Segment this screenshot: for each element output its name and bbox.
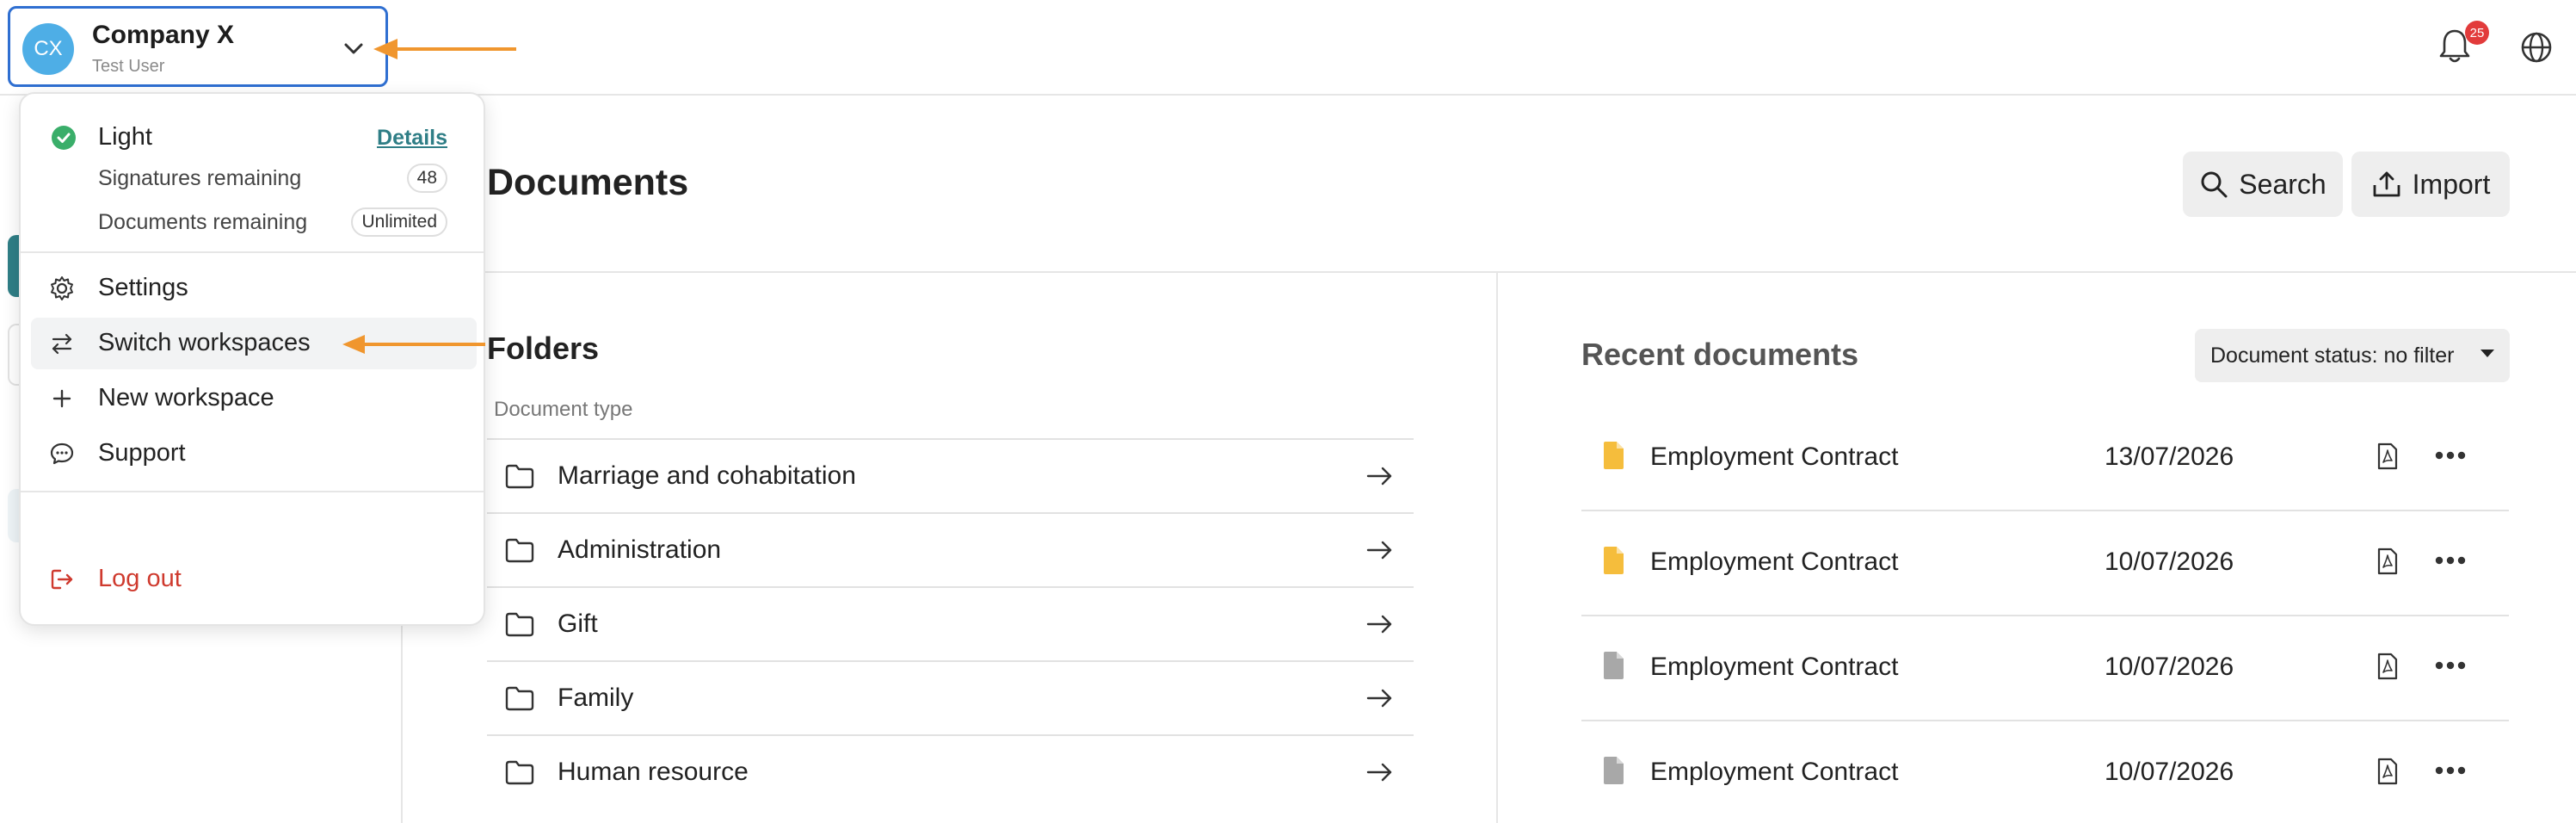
plan-row: Light Details: [21, 111, 484, 163]
menu-item-label: New workspace: [98, 384, 274, 412]
quota-value: 48: [406, 164, 447, 193]
arrow-right-icon: [1366, 615, 1392, 634]
recent-documents-title: Recent documents: [1581, 337, 1859, 372]
upload-tray-icon: [2373, 171, 2400, 197]
folder-row[interactable]: Human resource: [487, 734, 1414, 808]
folder-icon: [505, 760, 534, 785]
header-divider: [404, 271, 2576, 273]
folder-label: Gift: [558, 610, 598, 638]
import-button[interactable]: Import: [2351, 152, 2510, 217]
annotation-arrow: [342, 335, 485, 354]
menu-divider: [21, 251, 484, 253]
status-filter-dropdown[interactable]: Document status: no filter: [2195, 329, 2510, 382]
document-row[interactable]: Employment Contract 10/07/2026: [1581, 721, 2509, 823]
document-date: 13/07/2026: [2105, 442, 2234, 471]
menu-item-settings[interactable]: Settings: [31, 263, 477, 314]
quota-value: Unlimited: [351, 207, 447, 237]
top-bar: CX Company X Test User 25: [0, 0, 2576, 96]
document-icon: [1604, 652, 1624, 679]
document-row[interactable]: Employment Contract 10/07/2026: [1581, 511, 2509, 616]
menu-item-label: Support: [98, 439, 186, 467]
more-options-icon[interactable]: [2433, 759, 2468, 782]
more-options-icon[interactable]: [2433, 549, 2468, 572]
pdf-icon[interactable]: [2376, 653, 2399, 680]
logout-icon: [51, 569, 73, 590]
pdf-icon[interactable]: [2376, 548, 2399, 575]
folder-label: Administration: [558, 535, 722, 564]
folder-row[interactable]: Marriage and cohabitation: [487, 438, 1414, 512]
arrow-right-icon: [1366, 467, 1392, 486]
document-row[interactable]: Employment Contract 10/07/2026: [1581, 616, 2509, 721]
document-date: 10/07/2026: [2105, 758, 2234, 786]
plan-name: Light: [98, 123, 152, 151]
folder-row[interactable]: Administration: [487, 512, 1414, 586]
caret-down-icon: [2480, 350, 2494, 357]
document-date: 10/07/2026: [2105, 653, 2234, 681]
import-button-label: Import: [2412, 168, 2491, 200]
avatar: CX: [22, 23, 74, 75]
chat-bubble-icon: [50, 442, 74, 465]
menu-item-new-workspace[interactable]: New workspace: [31, 373, 477, 424]
folder-icon: [505, 464, 534, 489]
workspace-name: Company X: [92, 21, 235, 49]
menu-item-logout[interactable]: Log out: [31, 554, 477, 605]
workspace-menu: Light Details Signatures remaining 48 Do…: [19, 92, 485, 626]
folders-subtitle: Document type: [494, 398, 633, 421]
workspace-user: Test User: [92, 57, 165, 76]
menu-item-label: Switch workspaces: [98, 329, 311, 356]
document-name: Employment Contract: [1650, 758, 1899, 786]
arrow-right-icon: [1366, 689, 1392, 708]
search-button-label: Search: [2239, 168, 2326, 200]
search-icon: [2201, 171, 2228, 198]
document-name: Employment Contract: [1650, 548, 1899, 576]
chevron-down-icon[interactable]: [339, 34, 368, 64]
folder-row[interactable]: Gift: [487, 586, 1414, 660]
quota-label: Documents remaining: [98, 210, 308, 234]
notification-badge: 25: [2465, 21, 2489, 45]
plan-details-link[interactable]: Details: [377, 126, 447, 151]
document-icon: [1604, 547, 1624, 574]
annotation-arrow: [373, 39, 516, 59]
switch-arrows-icon: [52, 333, 72, 355]
menu-item-support[interactable]: Support: [31, 428, 477, 480]
folder-label: Marriage and cohabitation: [558, 461, 856, 490]
folder-icon: [505, 538, 534, 563]
document-row[interactable]: Employment Contract 13/07/2026: [1581, 406, 2509, 511]
workspace-switcher[interactable]: CX Company X Test User: [8, 6, 388, 87]
gear-icon: [51, 276, 73, 300]
page-title: Documents: [487, 162, 689, 203]
more-options-icon[interactable]: [2433, 444, 2468, 467]
folder-label: Human resource: [558, 758, 749, 786]
status-filter-label: Document status: no filter: [2210, 343, 2455, 368]
document-date: 10/07/2026: [2105, 548, 2234, 576]
more-options-icon[interactable]: [2433, 654, 2468, 677]
folder-icon: [505, 612, 534, 637]
document-icon: [1604, 442, 1624, 469]
plus-icon: [52, 389, 71, 408]
document-name: Employment Contract: [1650, 653, 1899, 681]
document-icon: [1604, 757, 1624, 784]
search-button[interactable]: Search: [2183, 152, 2343, 217]
menu-item-label: Settings: [98, 274, 188, 301]
menu-item-label: Log out: [98, 565, 182, 592]
menu-divider: [21, 491, 484, 492]
folder-label: Family: [558, 684, 634, 712]
check-circle-icon: [52, 126, 76, 150]
folder-row[interactable]: Family: [487, 660, 1414, 734]
folder-icon: [505, 686, 534, 711]
pdf-icon[interactable]: [2376, 758, 2399, 785]
quota-label: Signatures remaining: [98, 166, 302, 190]
pdf-icon[interactable]: [2376, 442, 2399, 470]
arrow-right-icon: [1366, 541, 1392, 560]
globe-icon[interactable]: [2519, 30, 2554, 65]
document-name: Employment Contract: [1650, 442, 1899, 471]
column-divider: [1496, 273, 1498, 823]
folders-title: Folders: [487, 331, 600, 366]
arrow-right-icon: [1366, 763, 1392, 782]
